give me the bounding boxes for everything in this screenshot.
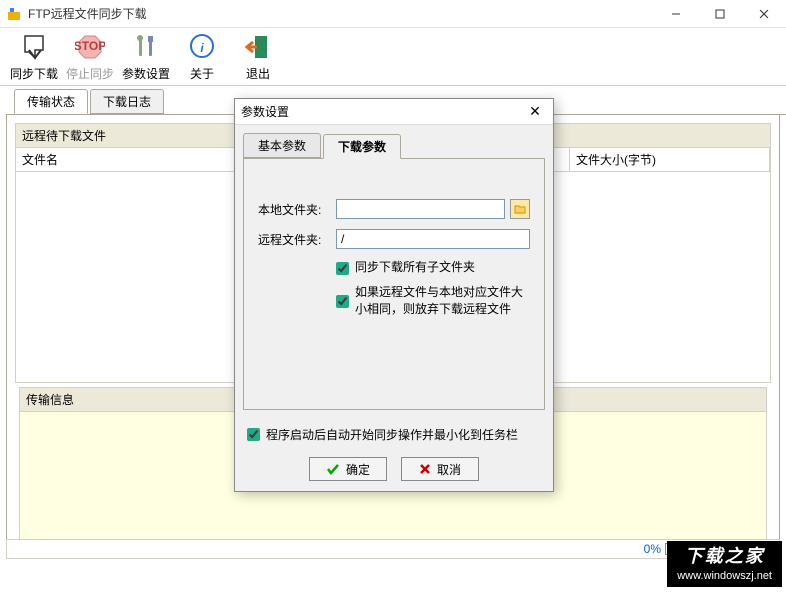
app-icon bbox=[6, 6, 22, 22]
local-folder-input[interactable] bbox=[336, 199, 505, 219]
auto-start-checkbox[interactable] bbox=[247, 428, 260, 441]
dialog-tabs: 基本参数 下载参数 bbox=[243, 133, 545, 159]
check-icon bbox=[326, 463, 340, 475]
sync-download-icon bbox=[19, 31, 49, 63]
cancel-button[interactable]: 取消 bbox=[401, 457, 479, 481]
ok-button[interactable]: 确定 bbox=[309, 457, 387, 481]
auto-start-label: 程序启动后自动开始同步操作并最小化到任务栏 bbox=[266, 426, 518, 443]
settings-button[interactable]: 参数设置 bbox=[118, 30, 174, 83]
stop-icon: STOP bbox=[75, 31, 105, 63]
dialog-title-bar[interactable]: 参数设置 ✕ bbox=[235, 99, 553, 125]
watermark-url: www.windowszj.net bbox=[677, 569, 772, 583]
progress-percent: 0% bbox=[644, 542, 661, 556]
watermark-brand: 下载之家 bbox=[677, 545, 772, 568]
info-icon: i bbox=[187, 31, 217, 63]
dialog-body: 本地文件夹: 远程文件夹: 同步下载所有子文件夹 如果远程文件与本地对应文件大小… bbox=[243, 159, 545, 410]
tab-transfer-status[interactable]: 传输状态 bbox=[14, 89, 88, 114]
skip-same-size-checkbox[interactable] bbox=[336, 286, 349, 318]
minimize-button[interactable] bbox=[654, 0, 698, 28]
exit-label: 退出 bbox=[246, 65, 270, 82]
close-button[interactable] bbox=[742, 0, 786, 28]
about-button[interactable]: i 关于 bbox=[174, 30, 230, 83]
svg-text:STOP: STOP bbox=[75, 39, 105, 53]
sync-subfolders-checkbox[interactable] bbox=[336, 261, 349, 276]
tools-icon bbox=[131, 31, 161, 63]
skip-same-size-label: 如果远程文件与本地对应文件大小相同，则放弃下载远程文件 bbox=[355, 284, 530, 318]
window-title: FTP远程文件同步下载 bbox=[28, 5, 654, 22]
tab-basic-params[interactable]: 基本参数 bbox=[243, 133, 321, 158]
stop-sync-button: STOP 停止同步 bbox=[62, 30, 118, 83]
sync-download-button[interactable]: 同步下载 bbox=[6, 30, 62, 83]
tab-download-params[interactable]: 下载参数 bbox=[323, 134, 401, 159]
settings-dialog: 参数设置 ✕ 基本参数 下载参数 本地文件夹: 远程文件夹: 同步下载所有子文件… bbox=[234, 98, 554, 492]
remote-folder-input[interactable] bbox=[336, 229, 530, 249]
sync-subfolders-label: 同步下载所有子文件夹 bbox=[355, 259, 475, 276]
title-bar: FTP远程文件同步下载 bbox=[0, 0, 786, 28]
watermark: 下载之家 www.windowszj.net bbox=[667, 541, 782, 587]
about-label: 关于 bbox=[190, 65, 214, 82]
status-bar: 0% bbox=[6, 539, 780, 559]
browse-folder-button[interactable] bbox=[510, 199, 530, 219]
exit-icon bbox=[243, 31, 273, 63]
folder-icon bbox=[514, 204, 526, 214]
dialog-buttons: 确定 取消 bbox=[235, 451, 553, 491]
settings-label: 参数设置 bbox=[122, 65, 170, 82]
col-filesize[interactable]: 文件大小(字节) bbox=[570, 148, 770, 171]
stop-sync-label: 停止同步 bbox=[66, 65, 114, 82]
sync-download-label: 同步下载 bbox=[10, 65, 58, 82]
maximize-button[interactable] bbox=[698, 0, 742, 28]
dialog-close-button[interactable]: ✕ bbox=[523, 103, 547, 120]
local-folder-label: 本地文件夹: bbox=[258, 201, 330, 218]
dialog-title: 参数设置 bbox=[241, 103, 523, 120]
toolbar: 同步下载 STOP 停止同步 参数设置 i 关于 退出 bbox=[0, 28, 786, 86]
exit-button[interactable]: 退出 bbox=[230, 30, 286, 83]
remote-folder-label: 远程文件夹: bbox=[258, 231, 330, 248]
tab-download-log[interactable]: 下载日志 bbox=[90, 89, 164, 114]
x-icon bbox=[419, 463, 431, 475]
